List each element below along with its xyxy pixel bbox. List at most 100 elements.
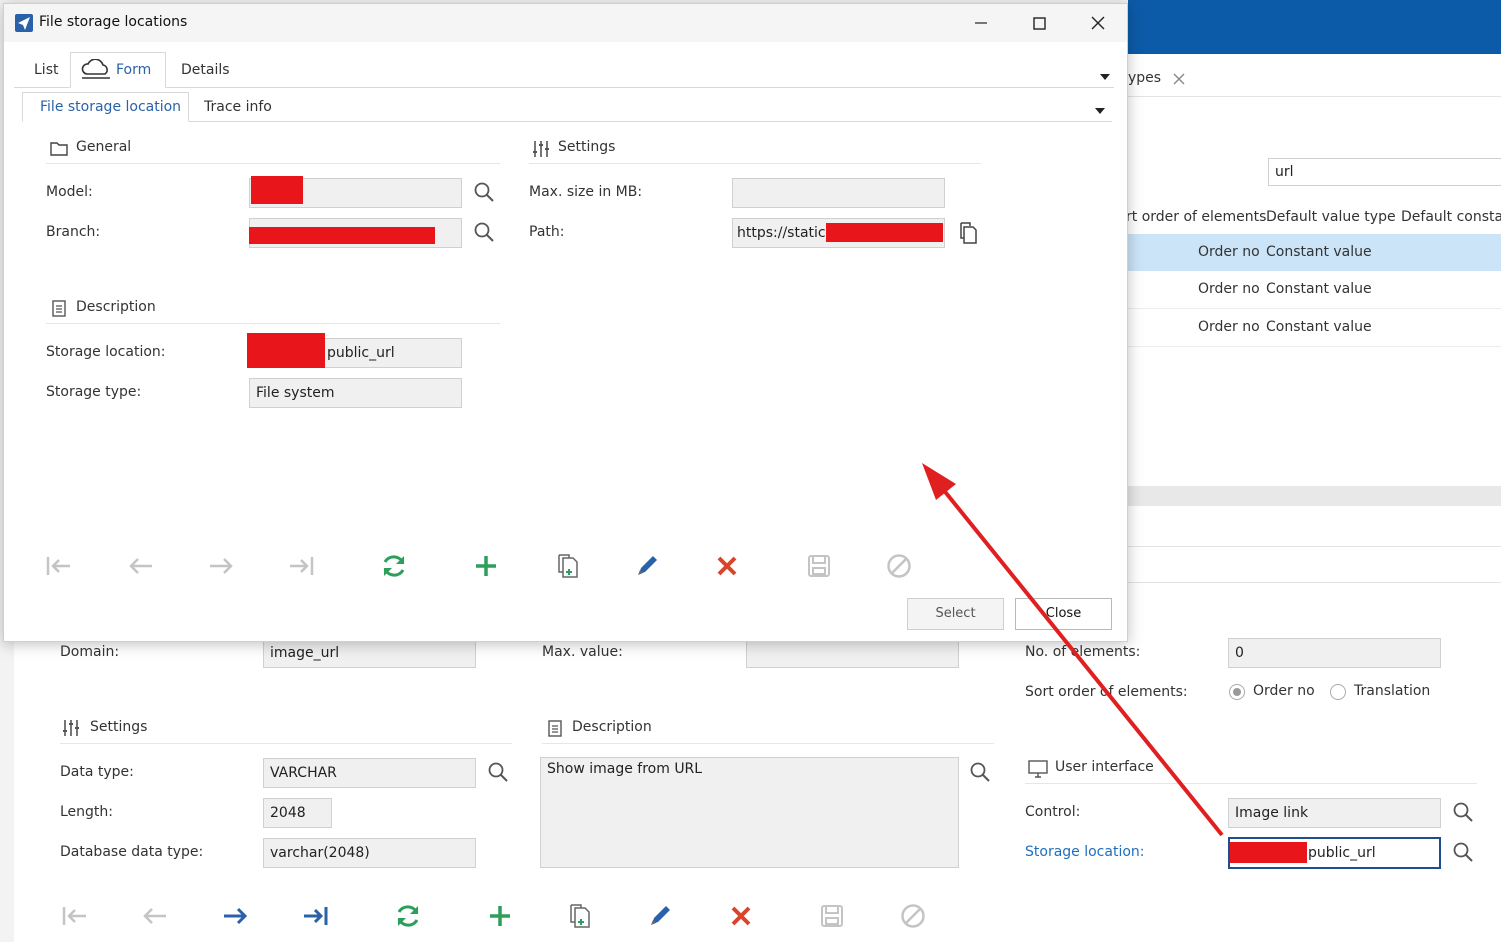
- grid-header-sort-order[interactable]: rt order of elements: [1126, 209, 1266, 225]
- cancel-icon[interactable]: [886, 553, 912, 579]
- next-record-icon[interactable]: [222, 905, 248, 927]
- row-default-value-type: Constant value: [1266, 319, 1372, 335]
- model-label: Model:: [46, 184, 93, 200]
- max-size-label: Max. size in MB:: [529, 184, 643, 200]
- close-icon[interactable]: [1091, 16, 1105, 30]
- copy-record-icon[interactable]: [556, 553, 580, 579]
- search-icon[interactable]: [1453, 802, 1474, 823]
- row-sort-order: Order no: [1198, 244, 1260, 260]
- description-icon: [548, 720, 562, 737]
- save-icon[interactable]: [807, 554, 831, 578]
- divider: [1128, 582, 1501, 583]
- length-field[interactable]: 2048: [263, 798, 332, 828]
- background-tab-fragment[interactable]: ypes: [1128, 70, 1161, 86]
- edit-icon[interactable]: [635, 554, 659, 578]
- refresh-icon[interactable]: [394, 902, 422, 930]
- window-title: File storage locations: [39, 14, 188, 30]
- table-row[interactable]: Order no Constant value: [1128, 234, 1501, 271]
- branch-label: Branch:: [46, 224, 101, 240]
- grid-header-default-constant[interactable]: Default constar: [1401, 209, 1501, 225]
- divider: [529, 163, 981, 164]
- title-bar[interactable]: File storage locations: [4, 4, 1127, 42]
- copy-record-icon[interactable]: [568, 903, 592, 929]
- search-icon[interactable]: [1453, 842, 1474, 863]
- divider: [1128, 96, 1501, 97]
- close-tab-icon[interactable]: [1173, 73, 1185, 85]
- add-icon[interactable]: [488, 904, 512, 928]
- last-record-icon[interactable]: [288, 555, 314, 577]
- domain-label: Domain:: [60, 644, 120, 660]
- settings-header: Settings: [558, 139, 616, 155]
- row-sort-order: Order no: [1198, 319, 1260, 335]
- edit-icon[interactable]: [648, 904, 672, 928]
- select-button[interactable]: Select: [907, 598, 1004, 630]
- row-default-value-type: Constant value: [1266, 281, 1372, 297]
- save-icon[interactable]: [820, 904, 844, 928]
- delete-icon[interactable]: [730, 905, 752, 927]
- radio-order-no[interactable]: [1229, 684, 1245, 700]
- delete-icon[interactable]: [716, 555, 738, 577]
- search-icon[interactable]: [970, 762, 991, 783]
- chevron-down-icon[interactable]: [1100, 74, 1110, 80]
- first-record-icon[interactable]: [46, 555, 72, 577]
- user-interface-header: User interface: [1055, 759, 1154, 775]
- redaction: [249, 227, 435, 244]
- close-button[interactable]: Close: [1015, 598, 1112, 630]
- db-type-field[interactable]: varchar(2048): [263, 838, 476, 868]
- general-header: General: [76, 139, 132, 155]
- search-icon[interactable]: [488, 762, 509, 783]
- radio-translation[interactable]: [1330, 684, 1346, 700]
- last-record-icon[interactable]: [302, 905, 328, 927]
- data-type-field[interactable]: VARCHAR: [263, 758, 476, 788]
- cancel-icon[interactable]: [900, 903, 926, 929]
- folder-icon: [50, 142, 68, 156]
- redaction: [1230, 842, 1307, 863]
- refresh-icon[interactable]: [380, 552, 408, 580]
- tab-details[interactable]: Details: [181, 62, 230, 78]
- db-type-label: Database data type:: [60, 844, 204, 860]
- horizontal-scrollbar[interactable]: [1128, 486, 1501, 506]
- divider: [60, 743, 512, 744]
- tab-form[interactable]: Form: [70, 52, 166, 88]
- tabs-underline: [14, 87, 1114, 88]
- previous-record-icon[interactable]: [128, 555, 154, 577]
- max-size-field[interactable]: [732, 178, 945, 208]
- row-default-value-type: Constant value: [1266, 244, 1372, 260]
- redaction: [251, 176, 303, 204]
- divider: [46, 323, 500, 324]
- maximize-icon[interactable]: [1033, 17, 1046, 30]
- subtab-trace-info[interactable]: Trace info: [204, 99, 272, 115]
- sliders-icon: [63, 720, 79, 736]
- domain-field[interactable]: image_url: [263, 638, 476, 668]
- app-logo-icon: [15, 14, 33, 32]
- max-value-field[interactable]: [746, 638, 959, 668]
- search-input[interactable]: url: [1268, 158, 1501, 186]
- table-row[interactable]: Order no Constant value: [1128, 271, 1501, 309]
- no-elements-label: No. of elements:: [1025, 644, 1141, 660]
- previous-record-icon[interactable]: [142, 905, 168, 927]
- data-type-label: Data type:: [60, 764, 134, 780]
- subtab-file-storage-location[interactable]: File storage location: [22, 92, 189, 122]
- storage-location-label: Storage location:: [1025, 844, 1145, 860]
- storage-type-field[interactable]: File system: [249, 378, 462, 408]
- subtab-file-storage-location-label: File storage location: [40, 99, 182, 115]
- description-textarea[interactable]: Show image from URL: [540, 757, 959, 868]
- sort-order-label: Sort order of elements:: [1025, 684, 1188, 700]
- search-icon[interactable]: [474, 222, 495, 243]
- description-header: Description: [572, 719, 652, 735]
- background-app-topbar: [1128, 0, 1501, 54]
- copy-icon[interactable]: [959, 222, 977, 244]
- first-record-icon[interactable]: [62, 905, 88, 927]
- control-field[interactable]: Image link: [1228, 798, 1441, 828]
- grid-header-default-value-type[interactable]: Default value type: [1266, 209, 1396, 225]
- next-record-icon[interactable]: [208, 555, 234, 577]
- chevron-down-icon[interactable]: [1095, 108, 1105, 114]
- search-icon[interactable]: [474, 182, 495, 203]
- minimize-icon[interactable]: [974, 17, 988, 29]
- background-toolbar: [60, 900, 940, 934]
- monitor-icon: [1028, 760, 1048, 778]
- no-elements-field[interactable]: 0: [1228, 638, 1441, 668]
- tab-list[interactable]: List: [34, 62, 58, 78]
- table-row[interactable]: Order no Constant value: [1128, 309, 1501, 347]
- add-icon[interactable]: [474, 554, 498, 578]
